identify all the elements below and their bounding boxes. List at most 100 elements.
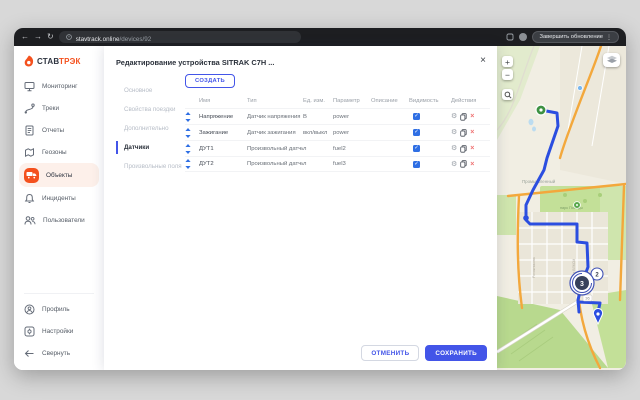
drag-handle-icon[interactable]: [185, 159, 199, 169]
profile-icon: [24, 304, 35, 315]
browser-window: ← → ↻ stavtrack.online/devices/92 Заверш…: [14, 28, 626, 370]
map-street-label: Рогожникова: [532, 257, 536, 278]
sensor-unit: В: [303, 114, 333, 120]
url-path: /devices/92: [119, 36, 151, 43]
layers-icon: [606, 55, 618, 65]
sidebar-item-reports[interactable]: Отчеты: [14, 119, 104, 141]
sensor-settings-icon[interactable]: ⚙: [451, 129, 457, 136]
sensor-delete-icon[interactable]: ×: [470, 129, 474, 136]
logo-flame-icon: [24, 55, 34, 67]
drag-handle-icon[interactable]: [185, 128, 199, 138]
modal-tab[interactable]: Свойства поездки: [116, 103, 182, 116]
close-icon[interactable]: ×: [480, 55, 486, 66]
sidebar-item-geozones[interactable]: Геозоны: [14, 141, 104, 163]
sidebar-item-label: Треки: [42, 105, 59, 112]
modal-tab[interactable]: Произвольные поля: [116, 160, 182, 173]
sidebar-item-profile[interactable]: Профиль: [14, 298, 104, 320]
drag-handle-icon[interactable]: [185, 144, 199, 154]
url-host: stavtrack.online: [76, 36, 120, 43]
sidebar-divider: [24, 293, 94, 294]
zoom-out-button[interactable]: −: [502, 69, 513, 80]
sidebar-item-collapse[interactable]: Свернуть: [14, 342, 104, 364]
column-header: Имя: [199, 98, 247, 104]
table-header-row: ИмяТипЕд. изм.ПараметрОписаниеВидимостьД…: [185, 94, 490, 108]
column-header: Ед. изм.: [303, 98, 333, 104]
sensor-copy-icon[interactable]: [460, 160, 467, 168]
sidebar-item-monitoring[interactable]: Мониторинг: [14, 75, 104, 97]
layers-button[interactable]: [603, 53, 620, 67]
edit-device-modal: Редактирование устройства SITRAK C7H ...…: [104, 46, 497, 370]
drag-handle-icon[interactable]: [185, 112, 199, 122]
profile-avatar[interactable]: [519, 33, 527, 41]
sensor-settings-icon[interactable]: ⚙: [451, 161, 457, 168]
column-header: Параметр: [333, 98, 371, 104]
sidebar-item-objects[interactable]: Объекты: [19, 163, 99, 187]
sidebar-item-label: Свернуть: [42, 350, 70, 357]
route-start-marker[interactable]: [536, 105, 546, 115]
map-canvas: Промышленный парк Победы Рогожникова 50 …: [497, 46, 626, 370]
finish-update-button[interactable]: Завершить обновление ⋮: [532, 31, 619, 43]
sidebar-item-label: Пользователи: [43, 217, 85, 224]
sensor-unit: вкл/выкл: [303, 130, 333, 136]
forward-icon[interactable]: →: [34, 33, 42, 41]
table-row: Напряжение Датчик напряжения В power ✓ ⚙…: [185, 108, 490, 124]
sensor-name: ДУТ1: [199, 146, 247, 152]
sensor-unit: л: [303, 161, 333, 167]
svg-text:3: 3: [580, 281, 584, 288]
road-shield-label: 36: [585, 296, 590, 301]
map-search-button[interactable]: [502, 89, 513, 100]
sensor-delete-icon[interactable]: ×: [470, 113, 474, 120]
map-panel[interactable]: Промышленный парк Победы Рогожникова 50 …: [497, 46, 626, 370]
sidebar: СТАВТРЭК Мониторинг Треки Отчеты Геозоны: [14, 46, 104, 370]
cluster-marker-large[interactable]: 3: [570, 271, 594, 295]
sidebar-item-tracks[interactable]: Треки: [14, 97, 104, 119]
bell-icon: [24, 193, 35, 204]
cancel-button[interactable]: ОТМЕНИТЬ: [361, 345, 419, 361]
sensors-table: Напряжение Датчик напряжения В power ✓ ⚙…: [185, 108, 490, 172]
sensor-type: Произвольный датчик: [247, 146, 303, 152]
visibility-checkbox[interactable]: ✓: [413, 161, 420, 168]
back-icon[interactable]: ←: [21, 33, 29, 41]
visibility-checkbox[interactable]: ✓: [413, 129, 420, 136]
modal-tab[interactable]: Датчики: [116, 141, 182, 154]
sidebar-item-label: Мониторинг: [42, 83, 77, 90]
sensor-delete-icon[interactable]: ×: [470, 145, 474, 152]
sensor-settings-icon[interactable]: ⚙: [451, 113, 457, 120]
sidebar-item-label: Отчеты: [42, 127, 64, 134]
menu-dots-icon[interactable]: ⋮: [606, 34, 612, 41]
collapse-arrow-icon: [24, 348, 35, 359]
save-button[interactable]: СОХРАНИТЬ: [425, 345, 487, 361]
sensor-delete-icon[interactable]: ×: [470, 161, 474, 168]
tracks-icon: [24, 103, 35, 114]
visibility-checkbox[interactable]: ✓: [413, 113, 420, 120]
objects-icon-tile: [24, 168, 39, 183]
url-bar[interactable]: stavtrack.online/devices/92: [59, 31, 301, 43]
sidebar-item-users[interactable]: Пользователи: [14, 209, 104, 231]
route-point-marker[interactable]: [523, 215, 529, 221]
table-row: ДУТ2 Произвольный датчик л fuel3 ✓ ⚙ ×: [185, 156, 490, 172]
extensions-icon[interactable]: [506, 33, 514, 41]
truck-icon: [26, 171, 37, 180]
users-icon: [24, 215, 36, 226]
sensor-param: fuel2: [333, 146, 371, 152]
sensor-copy-icon[interactable]: [460, 145, 467, 153]
logo-text-2: ТРЭК: [59, 57, 81, 66]
sensor-copy-icon[interactable]: [460, 129, 467, 137]
sensor-name: Напряжение: [199, 114, 247, 120]
sensor-settings-icon[interactable]: ⚙: [451, 145, 457, 152]
sensor-type: Произвольный датчик: [247, 161, 303, 167]
sensor-name: Зажигание: [199, 130, 247, 136]
create-sensor-button[interactable]: СОЗДАТЬ: [185, 74, 235, 88]
zoom-in-button[interactable]: +: [502, 56, 513, 67]
sidebar-item-label: Геозоны: [42, 149, 67, 156]
sensor-type: Датчик напряжения: [247, 114, 303, 120]
sidebar-item-incidents[interactable]: Инциденты: [14, 187, 104, 209]
reload-icon[interactable]: ↻: [47, 33, 54, 41]
sensor-copy-icon[interactable]: [460, 113, 467, 121]
visibility-checkbox[interactable]: ✓: [413, 145, 420, 152]
sidebar-item-label: Инциденты: [42, 195, 76, 202]
monitor-icon: [24, 81, 35, 92]
modal-tab[interactable]: Дополнительно: [116, 122, 182, 135]
modal-tab[interactable]: Основное: [116, 84, 182, 97]
sidebar-item-settings[interactable]: Настройки: [14, 320, 104, 342]
